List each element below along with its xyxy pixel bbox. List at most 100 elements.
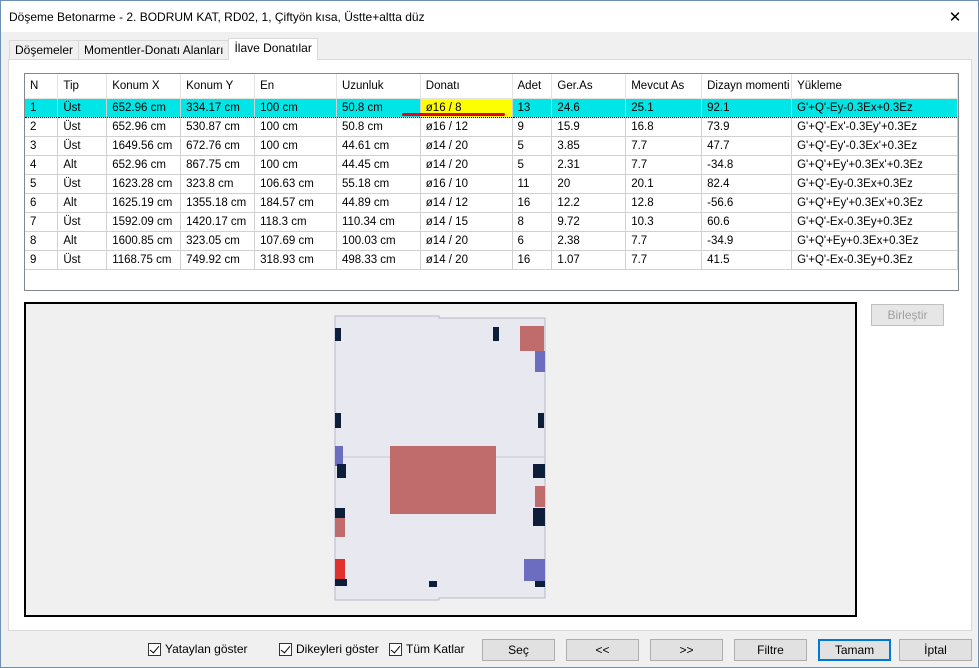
column-header[interactable]: Dizayn momenti bbox=[701, 74, 793, 99]
table-cell: 323.05 cm bbox=[180, 231, 256, 251]
table-row[interactable]: 4 Alt 652.96 cm 867.75 cm 100 cm 44.45 cm ø14 … bbox=[25, 155, 958, 175]
table-cell: Alt bbox=[57, 193, 108, 213]
table-cell: 1 bbox=[25, 97, 59, 118]
table-cell: 2.31 bbox=[551, 155, 627, 175]
tab-momentler-donati-alanlari[interactable]: Momentler-Donatı Alanları bbox=[78, 40, 230, 60]
table-cell: 867.75 cm bbox=[180, 155, 256, 175]
tab-ilave-donatilar[interactable]: İlave Donatılar bbox=[228, 38, 318, 60]
column bbox=[493, 327, 499, 341]
table-cell: 24.6 bbox=[551, 97, 627, 118]
column-header[interactable]: Yükleme bbox=[791, 74, 958, 99]
dikey-goster-checkbox[interactable]: Dikeyleri göster bbox=[279, 641, 379, 657]
rebar-grid: N Tip Konum X Konum Y En Uzunluk Donatı Adet Ger… bbox=[25, 74, 958, 270]
table-cell: G'+Q'-Ey'-0.3Ex'+0.3Ez bbox=[791, 136, 958, 156]
table-cell: 7 bbox=[25, 212, 59, 232]
column-header[interactable]: Konum Y bbox=[180, 74, 256, 99]
table-cell: ø14 / 12 bbox=[420, 193, 513, 213]
tum-katlar-checkbox[interactable]: Tüm Katlar bbox=[389, 641, 465, 657]
table-cell: 100 cm bbox=[254, 117, 337, 137]
table-cell: 92.1 bbox=[701, 97, 793, 118]
table-row[interactable]: 2 Üst 652.96 cm 530.87 cm 100 cm 50.8 cm ø16 /… bbox=[25, 117, 958, 137]
next-button[interactable]: >> bbox=[650, 639, 723, 661]
rebar-area-top bbox=[390, 446, 496, 514]
table-row[interactable]: 9 Üst 1168.75 cm 749.92 cm 318.93 cm 498.33 c… bbox=[25, 250, 958, 270]
table-cell: 2.38 bbox=[551, 231, 627, 251]
tamam-button[interactable]: Tamam bbox=[818, 639, 891, 661]
column-header[interactable]: Ger.As bbox=[551, 74, 627, 99]
table-cell: 5 bbox=[512, 155, 553, 175]
table-cell: 100 cm bbox=[254, 136, 337, 156]
sec-button[interactable]: Seç bbox=[482, 639, 555, 661]
iptal-button[interactable]: İptal bbox=[899, 639, 972, 661]
tab-dosemeler[interactable]: Döşemeler bbox=[9, 40, 80, 60]
table-cell: 107.69 cm bbox=[254, 231, 337, 251]
window-title: Döşeme Betonarme - 2. BODRUM KAT, RD02, … bbox=[9, 10, 425, 24]
table-cell: 1600.85 cm bbox=[106, 231, 182, 251]
table-cell: -56.6 bbox=[701, 193, 793, 213]
table-cell: 12.2 bbox=[551, 193, 627, 213]
table-cell: 5 bbox=[25, 174, 59, 194]
table-cell: G'+Q'+Ey'+0.3Ex'+0.3Ez bbox=[791, 155, 958, 175]
table-cell: 41.5 bbox=[701, 250, 793, 270]
table-row[interactable]: 8 Alt 1600.85 cm 323.05 cm 107.69 cm 100.03 c… bbox=[25, 231, 958, 251]
yatay-goster-checkbox[interactable]: Yataylan göster bbox=[148, 641, 248, 657]
table-cell: 652.96 cm bbox=[106, 155, 182, 175]
table-cell: 2 bbox=[25, 117, 59, 137]
previous-button[interactable]: << bbox=[566, 639, 639, 661]
table-cell: 82.4 bbox=[701, 174, 793, 194]
column bbox=[335, 508, 345, 518]
table-cell: 55.18 cm bbox=[336, 174, 421, 194]
close-icon[interactable]: ✕ bbox=[932, 1, 978, 32]
column bbox=[335, 579, 347, 586]
table-cell: ø16 / 12 bbox=[420, 117, 513, 137]
table-cell: -34.9 bbox=[701, 231, 793, 251]
rebar-area-bottom bbox=[535, 351, 545, 372]
table-cell: ø14 / 20 bbox=[420, 155, 513, 175]
table-cell: 6 bbox=[25, 193, 59, 213]
checkbox-checked-icon[interactable] bbox=[279, 642, 292, 656]
table-cell: 13 bbox=[512, 97, 553, 118]
table-row[interactable]: 5 Üst 1623.28 cm 323.8 cm 106.63 cm 55.18 cm ø… bbox=[25, 174, 958, 194]
table-row[interactable]: 3 Üst 1649.56 cm 672.76 cm 100 cm 44.61 cm ø14… bbox=[25, 136, 958, 156]
column-header[interactable]: Donatı bbox=[420, 74, 513, 99]
column-header[interactable]: Uzunluk bbox=[336, 74, 421, 99]
filtre-button[interactable]: Filtre bbox=[734, 639, 807, 661]
table-cell: Üst bbox=[57, 97, 108, 118]
column-header[interactable]: N bbox=[25, 74, 59, 99]
table-cell: 5 bbox=[512, 136, 553, 156]
table-cell: Üst bbox=[57, 174, 108, 194]
table-cell: 1623.28 cm bbox=[106, 174, 182, 194]
checkbox-checked-icon[interactable] bbox=[148, 642, 161, 656]
column bbox=[538, 413, 544, 428]
table-cell: 20 bbox=[551, 174, 627, 194]
table-cell: G'+Q'-Ex-0.3Ey+0.3Ez bbox=[791, 212, 958, 232]
table-cell: 7.7 bbox=[625, 155, 703, 175]
table-cell: 184.57 cm bbox=[254, 193, 337, 213]
slab-plan-canvas[interactable] bbox=[24, 302, 857, 617]
table-cell: G'+Q'-Ey-0.3Ex+0.3Ez bbox=[791, 174, 958, 194]
table-cell: 60.6 bbox=[701, 212, 793, 232]
table-cell: Alt bbox=[57, 231, 108, 251]
checkbox-checked-icon[interactable] bbox=[389, 642, 402, 656]
rebar-table[interactable]: N Tip Konum X Konum Y En Uzunluk Donatı Adet Ger… bbox=[24, 73, 959, 291]
column-header[interactable]: En bbox=[254, 74, 337, 99]
table-cell: G'+Q'-Ex'-0.3Ey'+0.3Ez bbox=[791, 117, 958, 137]
table-cell: 10.3 bbox=[625, 212, 703, 232]
table-row[interactable]: 6 Alt 1625.19 cm 1355.18 cm 184.57 cm 44.89 c… bbox=[25, 193, 958, 213]
column-header[interactable]: Konum X bbox=[106, 74, 182, 99]
table-cell: Üst bbox=[57, 212, 108, 232]
column-header[interactable]: Adet bbox=[512, 74, 553, 99]
table-cell: 44.89 cm bbox=[336, 193, 421, 213]
table-cell: 16 bbox=[512, 250, 553, 270]
table-cell: 1.07 bbox=[551, 250, 627, 270]
column-header[interactable]: Tip bbox=[57, 74, 108, 99]
table-cell: 50.8 cm bbox=[336, 117, 421, 137]
table-cell: 652.96 cm bbox=[106, 117, 182, 137]
column-header[interactable]: Mevcut As bbox=[625, 74, 703, 99]
table-row[interactable]: 7 Üst 1592.09 cm 1420.17 cm 118.3 cm 110.34 c… bbox=[25, 212, 958, 232]
table-cell: 3 bbox=[25, 136, 59, 156]
table-cell: 8 bbox=[512, 212, 553, 232]
birlestir-button[interactable]: Birleştir bbox=[871, 304, 944, 326]
slab-plan-drawing bbox=[334, 315, 546, 601]
table-cell: 4 bbox=[25, 155, 59, 175]
